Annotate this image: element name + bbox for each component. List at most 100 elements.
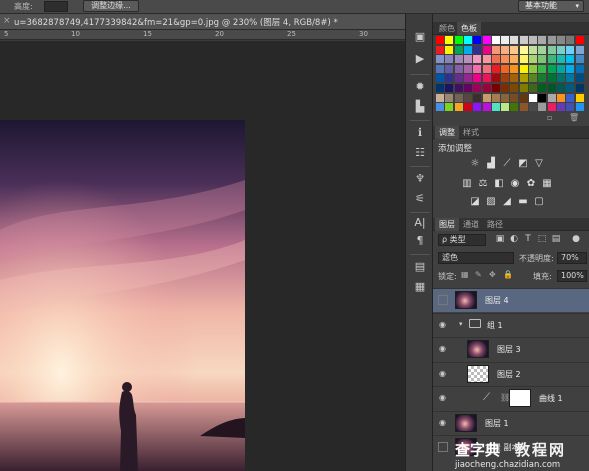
- invert-icon[interactable]: ◪: [469, 196, 481, 208]
- swatch-cell[interactable]: [454, 93, 463, 102]
- swatch-cell[interactable]: [538, 84, 547, 92]
- smart-object-filter-icon[interactable]: ▤: [551, 234, 561, 244]
- swatch-cell[interactable]: [547, 64, 556, 73]
- swatch-cell[interactable]: [575, 103, 584, 112]
- trash-icon[interactable]: 🗑: [569, 113, 579, 122]
- adjust-edge-button[interactable]: 调整边缘...: [83, 0, 139, 12]
- swatch-cell[interactable]: [501, 84, 510, 92]
- swatch-cell[interactable]: [473, 74, 482, 83]
- info-icon[interactable]: ℹ: [412, 126, 428, 140]
- layer-row[interactable]: ◉ 图层 1: [433, 410, 589, 435]
- swatch-cell[interactable]: [454, 84, 463, 92]
- opacity-field[interactable]: 70%: [557, 252, 587, 264]
- swatch-cell[interactable]: [556, 93, 565, 102]
- horizontal-ruler[interactable]: 5 10 15 20 25 30: [0, 30, 405, 40]
- swatch-cell[interactable]: [566, 36, 575, 44]
- vibrance-icon[interactable]: ▽: [533, 158, 545, 170]
- swatch-cell[interactable]: [501, 55, 510, 64]
- swatch-cell[interactable]: [454, 45, 463, 54]
- hue-saturation-icon[interactable]: ▥: [461, 178, 473, 190]
- swatch-cell[interactable]: [482, 36, 491, 44]
- swatch-cell[interactable]: [538, 74, 547, 83]
- swatch-cell[interactable]: [575, 45, 584, 54]
- history-icon[interactable]: ▣: [412, 30, 428, 44]
- channel-mixer-icon[interactable]: ✿: [525, 178, 537, 190]
- swatch-cell[interactable]: [538, 64, 547, 73]
- close-icon[interactable]: ×: [3, 16, 11, 26]
- document-image[interactable]: [0, 120, 245, 471]
- swatch-cell[interactable]: [473, 84, 482, 92]
- brightness-icon[interactable]: ✹: [412, 80, 428, 94]
- swatch-cell[interactable]: [482, 93, 491, 102]
- layer-row[interactable]: ◉ ⟋ ⛓ 曲线 1: [433, 386, 589, 410]
- eye-icon[interactable]: ◉: [439, 394, 449, 402]
- swatch-cell[interactable]: [547, 45, 556, 54]
- swatch-cell[interactable]: [491, 84, 500, 92]
- histogram-icon[interactable]: ▙: [412, 100, 428, 114]
- swatch-cell[interactable]: [566, 74, 575, 83]
- paragraph-icon[interactable]: ¶: [412, 234, 428, 248]
- swatch-cell[interactable]: [529, 45, 537, 54]
- swatch-cell[interactable]: [510, 93, 519, 102]
- swatch-cell[interactable]: [519, 74, 528, 83]
- swatch-cell[interactable]: [519, 103, 528, 112]
- swatch-cell[interactable]: [556, 45, 565, 54]
- eye-icon[interactable]: ◉: [439, 345, 449, 353]
- filter-toggle-icon[interactable]: ●: [571, 234, 581, 244]
- swatch-cell[interactable]: [445, 103, 454, 112]
- swatch-cell[interactable]: [566, 55, 575, 64]
- tab-color[interactable]: 颜色: [435, 22, 459, 35]
- brush-icon[interactable]: ♆: [412, 172, 428, 186]
- swatch-cell[interactable]: [491, 55, 500, 64]
- swatch-cell[interactable]: [482, 103, 491, 112]
- swatch-cell[interactable]: [556, 64, 565, 73]
- swatch-cell[interactable]: [482, 64, 491, 73]
- swatch-cell[interactable]: [463, 93, 472, 102]
- swatch-cell[interactable]: [538, 103, 547, 112]
- swatch-cell[interactable]: [454, 74, 463, 83]
- layer-row[interactable]: ◉ 图层 2: [433, 361, 589, 386]
- chevron-down-icon[interactable]: ▾: [459, 320, 463, 328]
- swatch-cell[interactable]: [436, 55, 444, 64]
- layer-thumbnail[interactable]: [455, 413, 477, 432]
- swatch-cell[interactable]: [491, 103, 500, 112]
- swatch-cell[interactable]: [519, 93, 528, 102]
- swatch-cell[interactable]: [519, 45, 528, 54]
- swatch-cell[interactable]: [491, 64, 500, 73]
- canvas-area[interactable]: [0, 41, 405, 471]
- swatch-cell[interactable]: [566, 45, 575, 54]
- swatch-cell[interactable]: [547, 55, 556, 64]
- swatch-cell[interactable]: [529, 93, 537, 102]
- pixel-filter-icon[interactable]: ▣: [495, 234, 505, 244]
- tab-channels[interactable]: 通道: [459, 218, 483, 231]
- swatch-cell[interactable]: [482, 55, 491, 64]
- swatch-cell[interactable]: [491, 36, 500, 44]
- swatch-cell[interactable]: [510, 84, 519, 92]
- swatch-cell[interactable]: [463, 103, 472, 112]
- swatch-cell[interactable]: [436, 84, 444, 92]
- play-icon[interactable]: ▶: [412, 52, 428, 66]
- swatch-cell[interactable]: [436, 74, 444, 83]
- swatch-cell[interactable]: [454, 64, 463, 73]
- swatch-cell[interactable]: [575, 36, 584, 44]
- document-tab[interactable]: × u=3682878749,4177339842&fm=21&gp=0.jpg…: [0, 14, 405, 30]
- layer-row[interactable]: ◉ ▾ 组 1: [433, 312, 589, 337]
- swatch-cell[interactable]: [547, 93, 556, 102]
- swatch-cell[interactable]: [463, 45, 472, 54]
- blend-mode-select[interactable]: 滤色: [438, 252, 514, 264]
- black-white-icon[interactable]: ◧: [493, 178, 505, 190]
- swatch-cell[interactable]: [575, 84, 584, 92]
- threshold-icon[interactable]: ◢: [501, 196, 513, 208]
- swatch-cell[interactable]: [473, 64, 482, 73]
- swatch-cell[interactable]: [454, 103, 463, 112]
- swatch-cell[interactable]: [491, 45, 500, 54]
- swatch-cell[interactable]: [473, 93, 482, 102]
- swatch-cell[interactable]: [510, 36, 519, 44]
- tab-paths[interactable]: 路径: [483, 218, 507, 231]
- lock-pixels-icon[interactable]: ✎: [475, 270, 482, 279]
- swatch-cell[interactable]: [547, 103, 556, 112]
- brightness-contrast-icon[interactable]: ☼: [469, 158, 481, 170]
- swatch-cell[interactable]: [529, 55, 537, 64]
- swatch-cell[interactable]: [519, 36, 528, 44]
- swatch-cell[interactable]: [519, 64, 528, 73]
